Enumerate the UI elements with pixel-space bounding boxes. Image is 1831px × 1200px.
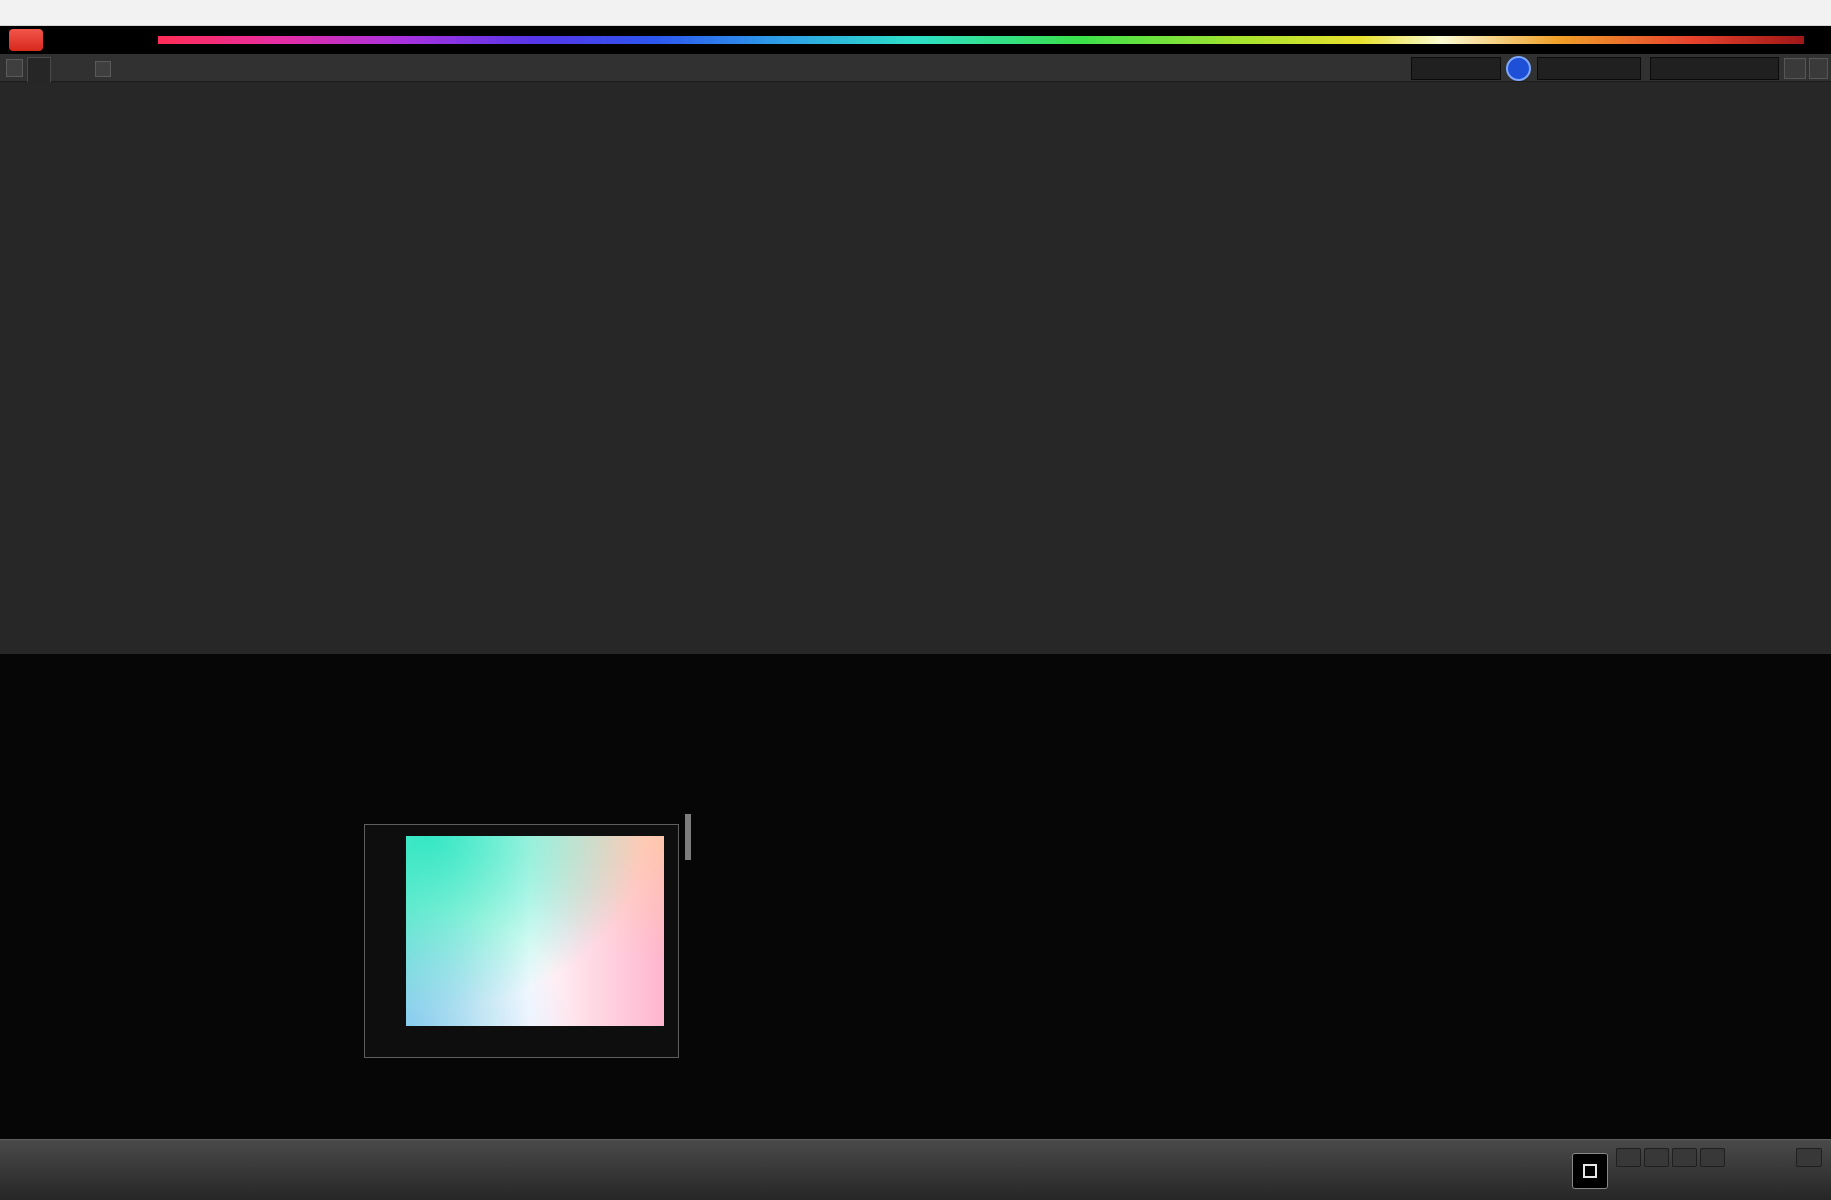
next-button[interactable] <box>1710 1171 1798 1195</box>
device-accent <box>1412 58 1416 79</box>
meter-status-badge[interactable] <box>1506 56 1531 81</box>
gamma-chart <box>1132 215 1801 590</box>
refresh-button[interactable] <box>1700 1148 1725 1167</box>
display-control-dropdown[interactable] <box>1650 57 1779 80</box>
pattern-window-icon <box>1583 1164 1597 1178</box>
settings-button[interactable] <box>1784 58 1806 79</box>
close-button[interactable] <box>1787 0 1831 26</box>
meter-source-dropdown[interactable] <box>1411 57 1501 80</box>
play-button[interactable] <box>1644 1148 1669 1167</box>
layout-button[interactable] <box>1809 58 1828 79</box>
monitor-button[interactable] <box>1796 1148 1822 1167</box>
app-window <box>0 0 1831 1200</box>
logo-bar <box>0 26 1831 54</box>
up-button[interactable] <box>1616 1148 1641 1167</box>
pattern-source-dropdown[interactable] <box>1537 57 1641 80</box>
minimize-button[interactable] <box>1699 0 1743 26</box>
deltae-chart <box>19 289 399 601</box>
tab-bar <box>0 54 1831 82</box>
add-tab-button[interactable] <box>95 61 111 77</box>
main-chart-area <box>0 82 1831 654</box>
pattern-window-button[interactable] <box>1572 1153 1608 1189</box>
device-accent <box>1538 58 1542 79</box>
window-controls <box>1699 0 1831 26</box>
cie-chart-panel <box>364 824 679 1058</box>
maximize-button[interactable] <box>1743 0 1787 26</box>
tab-history-1[interactable] <box>27 57 51 82</box>
calman-logo-button[interactable] <box>9 29 43 51</box>
rgb-balance-chart <box>431 215 1100 590</box>
titlebar <box>0 0 1831 26</box>
history-nav-button[interactable] <box>6 59 23 77</box>
home-button[interactable] <box>1672 1148 1697 1167</box>
cie-chart <box>365 825 680 1059</box>
table-scrollbar[interactable] <box>685 814 691 860</box>
spectrum-stripe <box>158 36 1804 44</box>
bottom-bar <box>0 1139 1831 1200</box>
lower-section <box>0 654 1831 1139</box>
device-accent <box>1651 58 1655 79</box>
back-button[interactable] <box>1612 1171 1700 1195</box>
